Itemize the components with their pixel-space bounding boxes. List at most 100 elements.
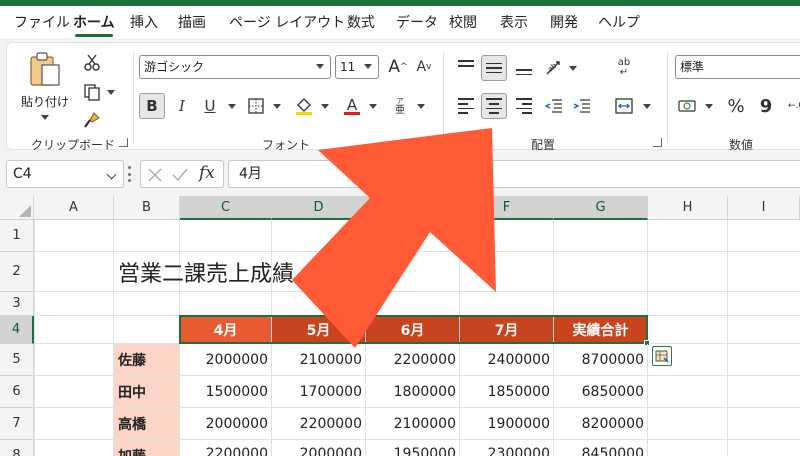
align-middle-button[interactable] (481, 55, 507, 81)
tab-insert[interactable]: 挿入 (130, 12, 158, 32)
worksheet-grid[interactable]: A B C D E F G H I 1 2 3 4 5 6 7 8 営業二課売上… (0, 196, 800, 456)
value-cell[interactable]: 8450000 (554, 440, 648, 456)
chevron-down-icon[interactable] (228, 104, 236, 109)
column-header-h[interactable]: H (648, 196, 728, 220)
column-header-d[interactable]: D (272, 196, 366, 220)
column-header-b[interactable]: B (114, 196, 180, 220)
value-cell[interactable]: 2000000 (180, 408, 272, 440)
increase-decimal-button[interactable]: ←.0 (783, 93, 800, 119)
column-header-g[interactable]: G (554, 196, 648, 220)
name-cell[interactable]: 田中 (114, 376, 180, 408)
tab-page-layout[interactable]: ページ レイアウト (229, 12, 345, 32)
accounting-format-button[interactable] (675, 93, 701, 119)
row-header-5[interactable]: 5 (0, 344, 34, 376)
row-header-4[interactable]: 4 (0, 316, 34, 344)
value-cell[interactable]: 2200000 (272, 408, 366, 440)
tab-developer[interactable]: 開発 (550, 12, 578, 32)
chevron-down-icon[interactable] (417, 104, 425, 109)
number-format-box[interactable]: 標準 (675, 55, 800, 79)
bold-button[interactable]: B (139, 93, 165, 119)
select-all-corner[interactable] (0, 196, 34, 220)
chevron-down-icon[interactable] (643, 104, 651, 109)
align-right-button[interactable] (511, 93, 537, 119)
value-cell[interactable]: 2000000 (180, 344, 272, 376)
chevron-down-icon[interactable] (321, 104, 329, 109)
value-cell[interactable]: 2200000 (366, 344, 460, 376)
formula-input[interactable]: 4月 (228, 160, 800, 188)
font-name-box[interactable]: 游ゴシック (139, 55, 331, 79)
cut-button[interactable] (79, 49, 105, 75)
increase-indent-button[interactable] (569, 93, 595, 119)
row-header-8[interactable]: 8 (0, 440, 34, 456)
tab-formulas[interactable]: 数式 (347, 12, 375, 32)
value-cell[interactable]: 1950000 (366, 440, 460, 456)
row-header-3[interactable]: 3 (0, 292, 34, 316)
enter-check-icon[interactable] (171, 167, 189, 183)
row-header-7[interactable]: 7 (0, 408, 34, 440)
align-bottom-button[interactable] (511, 55, 537, 81)
align-top-button[interactable] (453, 55, 479, 81)
tab-help[interactable]: ヘルプ (598, 12, 640, 32)
name-cell[interactable]: 佐藤 (114, 344, 180, 376)
chevron-down-icon[interactable] (705, 104, 713, 109)
dialog-launcher-icon[interactable] (653, 138, 662, 147)
grow-font-button[interactable]: A ^ (385, 54, 411, 80)
row-header-2[interactable]: 2 (0, 252, 34, 292)
value-cell[interactable]: 1850000 (460, 376, 554, 408)
fill-color-button[interactable] (291, 93, 317, 119)
dialog-launcher-icon[interactable] (119, 138, 128, 147)
value-cell[interactable]: 2100000 (272, 344, 366, 376)
chevron-down-icon[interactable] (107, 90, 115, 95)
value-cell[interactable]: 1900000 (460, 408, 554, 440)
underline-button[interactable]: U (197, 93, 223, 119)
column-header-e[interactable]: E (366, 196, 460, 220)
align-center-button[interactable] (481, 93, 507, 119)
quick-analysis-button[interactable] (652, 346, 672, 366)
copy-button[interactable] (79, 79, 105, 105)
italic-button[interactable]: I (169, 93, 195, 119)
format-painter-button[interactable] (79, 107, 105, 133)
tab-review[interactable]: 校閲 (449, 12, 477, 32)
row-header-6[interactable]: 6 (0, 376, 34, 408)
wrap-text-button[interactable]: ab ↵ (611, 55, 637, 81)
font-size-box[interactable]: 11 (335, 55, 379, 79)
chevron-down-icon[interactable] (369, 104, 377, 109)
value-cell[interactable]: 2100000 (366, 408, 460, 440)
insert-function-button[interactable]: fx (199, 163, 215, 183)
tab-view[interactable]: 表示 (500, 12, 528, 32)
name-box[interactable]: C4 (6, 160, 124, 188)
value-cell[interactable]: 8700000 (554, 344, 648, 376)
sheet-title-cell[interactable]: 営業二課売上成績 (114, 252, 374, 292)
column-header-i[interactable]: I (728, 196, 800, 220)
paste-button[interactable]: 貼り付け (21, 49, 69, 129)
tab-data[interactable]: データ (396, 12, 438, 32)
chevron-down-icon[interactable] (569, 66, 577, 71)
value-cell[interactable]: 2300000 (460, 440, 554, 456)
borders-button[interactable] (243, 93, 269, 119)
value-cell[interactable]: 6850000 (554, 376, 648, 408)
value-cell[interactable]: 2200000 (180, 440, 272, 456)
value-cell[interactable]: 1500000 (180, 376, 272, 408)
decrease-indent-button[interactable] (541, 93, 567, 119)
align-left-button[interactable] (453, 93, 479, 119)
value-cell[interactable]: 1800000 (366, 376, 460, 408)
formula-bar-grip-icon[interactable] (128, 166, 131, 182)
value-cell[interactable]: 8200000 (554, 408, 648, 440)
tab-draw[interactable]: 描画 (178, 12, 206, 32)
merge-center-button[interactable] (611, 93, 637, 119)
column-header-c[interactable]: C (180, 196, 272, 220)
phonetic-button[interactable]: ア 亜 (387, 93, 413, 119)
value-cell[interactable]: 1700000 (272, 376, 366, 408)
tab-home[interactable]: ホーム (73, 12, 115, 32)
name-cell[interactable]: 高橋 (114, 408, 180, 440)
value-cell[interactable]: 2400000 (460, 344, 554, 376)
orientation-button[interactable]: ab (541, 55, 567, 81)
chevron-down-icon[interactable] (273, 104, 281, 109)
shrink-font-button[interactable]: Av (411, 54, 437, 80)
comma-style-button[interactable]: 9 (753, 93, 779, 119)
font-color-button[interactable]: A (339, 93, 365, 119)
name-cell[interactable]: 加藤 (114, 440, 180, 456)
cancel-icon[interactable] (147, 167, 163, 183)
column-header-a[interactable]: A (34, 196, 114, 220)
row-header-1[interactable]: 1 (0, 220, 34, 252)
